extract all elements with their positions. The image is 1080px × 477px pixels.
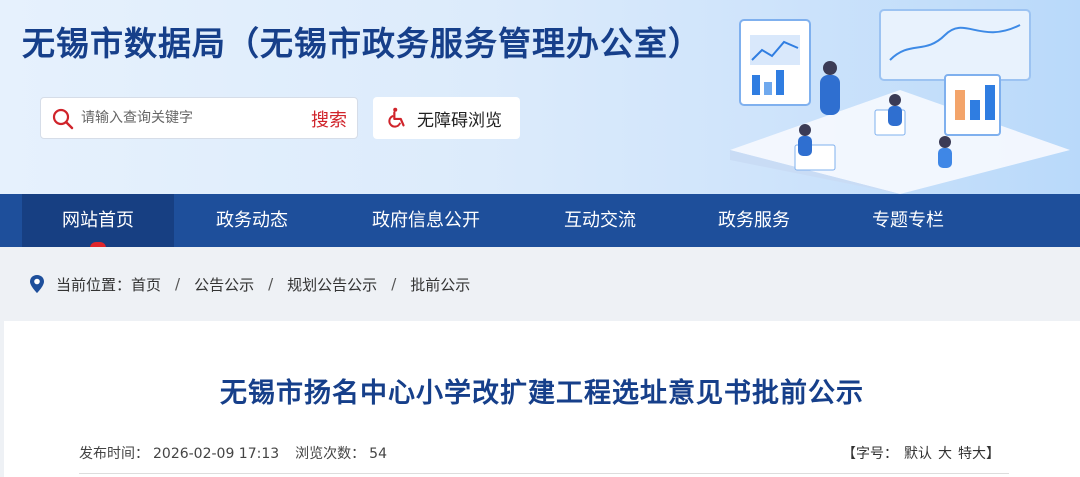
breadcrumb-separator: / — [391, 275, 397, 293]
banner-illustration — [730, 9, 1070, 194]
publish-time: 2026-02-09 17:13 — [153, 446, 280, 462]
publish-label: 发布时间： — [79, 446, 149, 462]
font-size-label: 字号： — [856, 446, 898, 462]
breadcrumb-prefix: 当前位置： — [56, 275, 132, 294]
nav-item-label: 政务动态 — [216, 210, 288, 231]
site-title: 无锡市数据局（无锡市政务服务管理办公室） — [22, 24, 702, 63]
search-icon — [52, 108, 74, 130]
nav-item-interaction[interactable]: 互动交流 — [524, 194, 676, 247]
font-size-large[interactable]: 大 — [938, 446, 952, 462]
nav-item-home[interactable]: 网站首页 — [22, 194, 174, 248]
nav-item-label: 专题专栏 — [872, 210, 944, 231]
breadcrumb: 当前位置： 首页 / 公告公示 / 规划公告公示 / 批前公示 — [0, 247, 1080, 321]
nav-item-label: 互动交流 — [564, 210, 636, 231]
divider — [79, 473, 1009, 474]
font-size-xlarge[interactable]: 特大 — [958, 446, 986, 462]
breadcrumb-separator: / — [175, 275, 181, 293]
breadcrumb-announcements[interactable]: 公告公示 — [194, 274, 254, 295]
nav-item-special-topics[interactable]: 专题专栏 — [832, 194, 984, 247]
nav-item-label: 政务服务 — [718, 210, 790, 231]
article-title: 无锡市扬名中心小学改扩建工程选址意见书批前公示 — [220, 378, 864, 409]
nav-item-label: 政府信息公开 — [372, 210, 480, 231]
wheelchair-icon — [388, 107, 405, 128]
font-size-close-bracket: 】 — [986, 446, 1000, 462]
location-pin-icon — [30, 275, 44, 293]
main-nav: 网站首页 政务动态 政府信息公开 互动交流 政务服务 专题专栏 — [0, 194, 1080, 248]
article-meta: 发布时间： 2026-02-09 17:13 浏览次数： 54 — [79, 443, 391, 463]
views-count: 54 — [369, 446, 387, 462]
breadcrumb-home[interactable]: 首页 — [131, 274, 161, 295]
accessibility-button[interactable]: 无障碍浏览 — [373, 97, 520, 139]
search-box: 搜索 — [40, 97, 358, 139]
breadcrumb-planning-announcements[interactable]: 规划公告公示 — [287, 274, 377, 295]
font-size-default[interactable]: 默认 — [904, 446, 932, 462]
font-size-open-bracket: 【 — [842, 446, 856, 462]
search-button[interactable]: 搜索 — [311, 106, 347, 132]
search-input[interactable] — [81, 106, 301, 130]
article-container: 无锡市扬名中心小学改扩建工程选址意见书批前公示 发布时间： 2026-02-09 … — [4, 321, 1080, 477]
breadcrumb-pre-approval[interactable]: 批前公示 — [410, 274, 470, 295]
views-label: 浏览次数： — [295, 446, 366, 462]
accessibility-label: 无障碍浏览 — [417, 110, 502, 131]
nav-item-info-disclosure[interactable]: 政府信息公开 — [342, 194, 510, 247]
nav-item-services[interactable]: 政务服务 — [678, 194, 830, 247]
font-size-control: 【字号： 默认大特大】 — [842, 443, 1000, 463]
nav-item-label: 网站首页 — [62, 210, 134, 231]
nav-item-news[interactable]: 政务动态 — [178, 194, 326, 247]
breadcrumb-separator: / — [268, 275, 274, 293]
header-banner: 无锡市数据局（无锡市政务服务管理办公室） 搜索 无障碍浏览 — [0, 0, 1080, 194]
